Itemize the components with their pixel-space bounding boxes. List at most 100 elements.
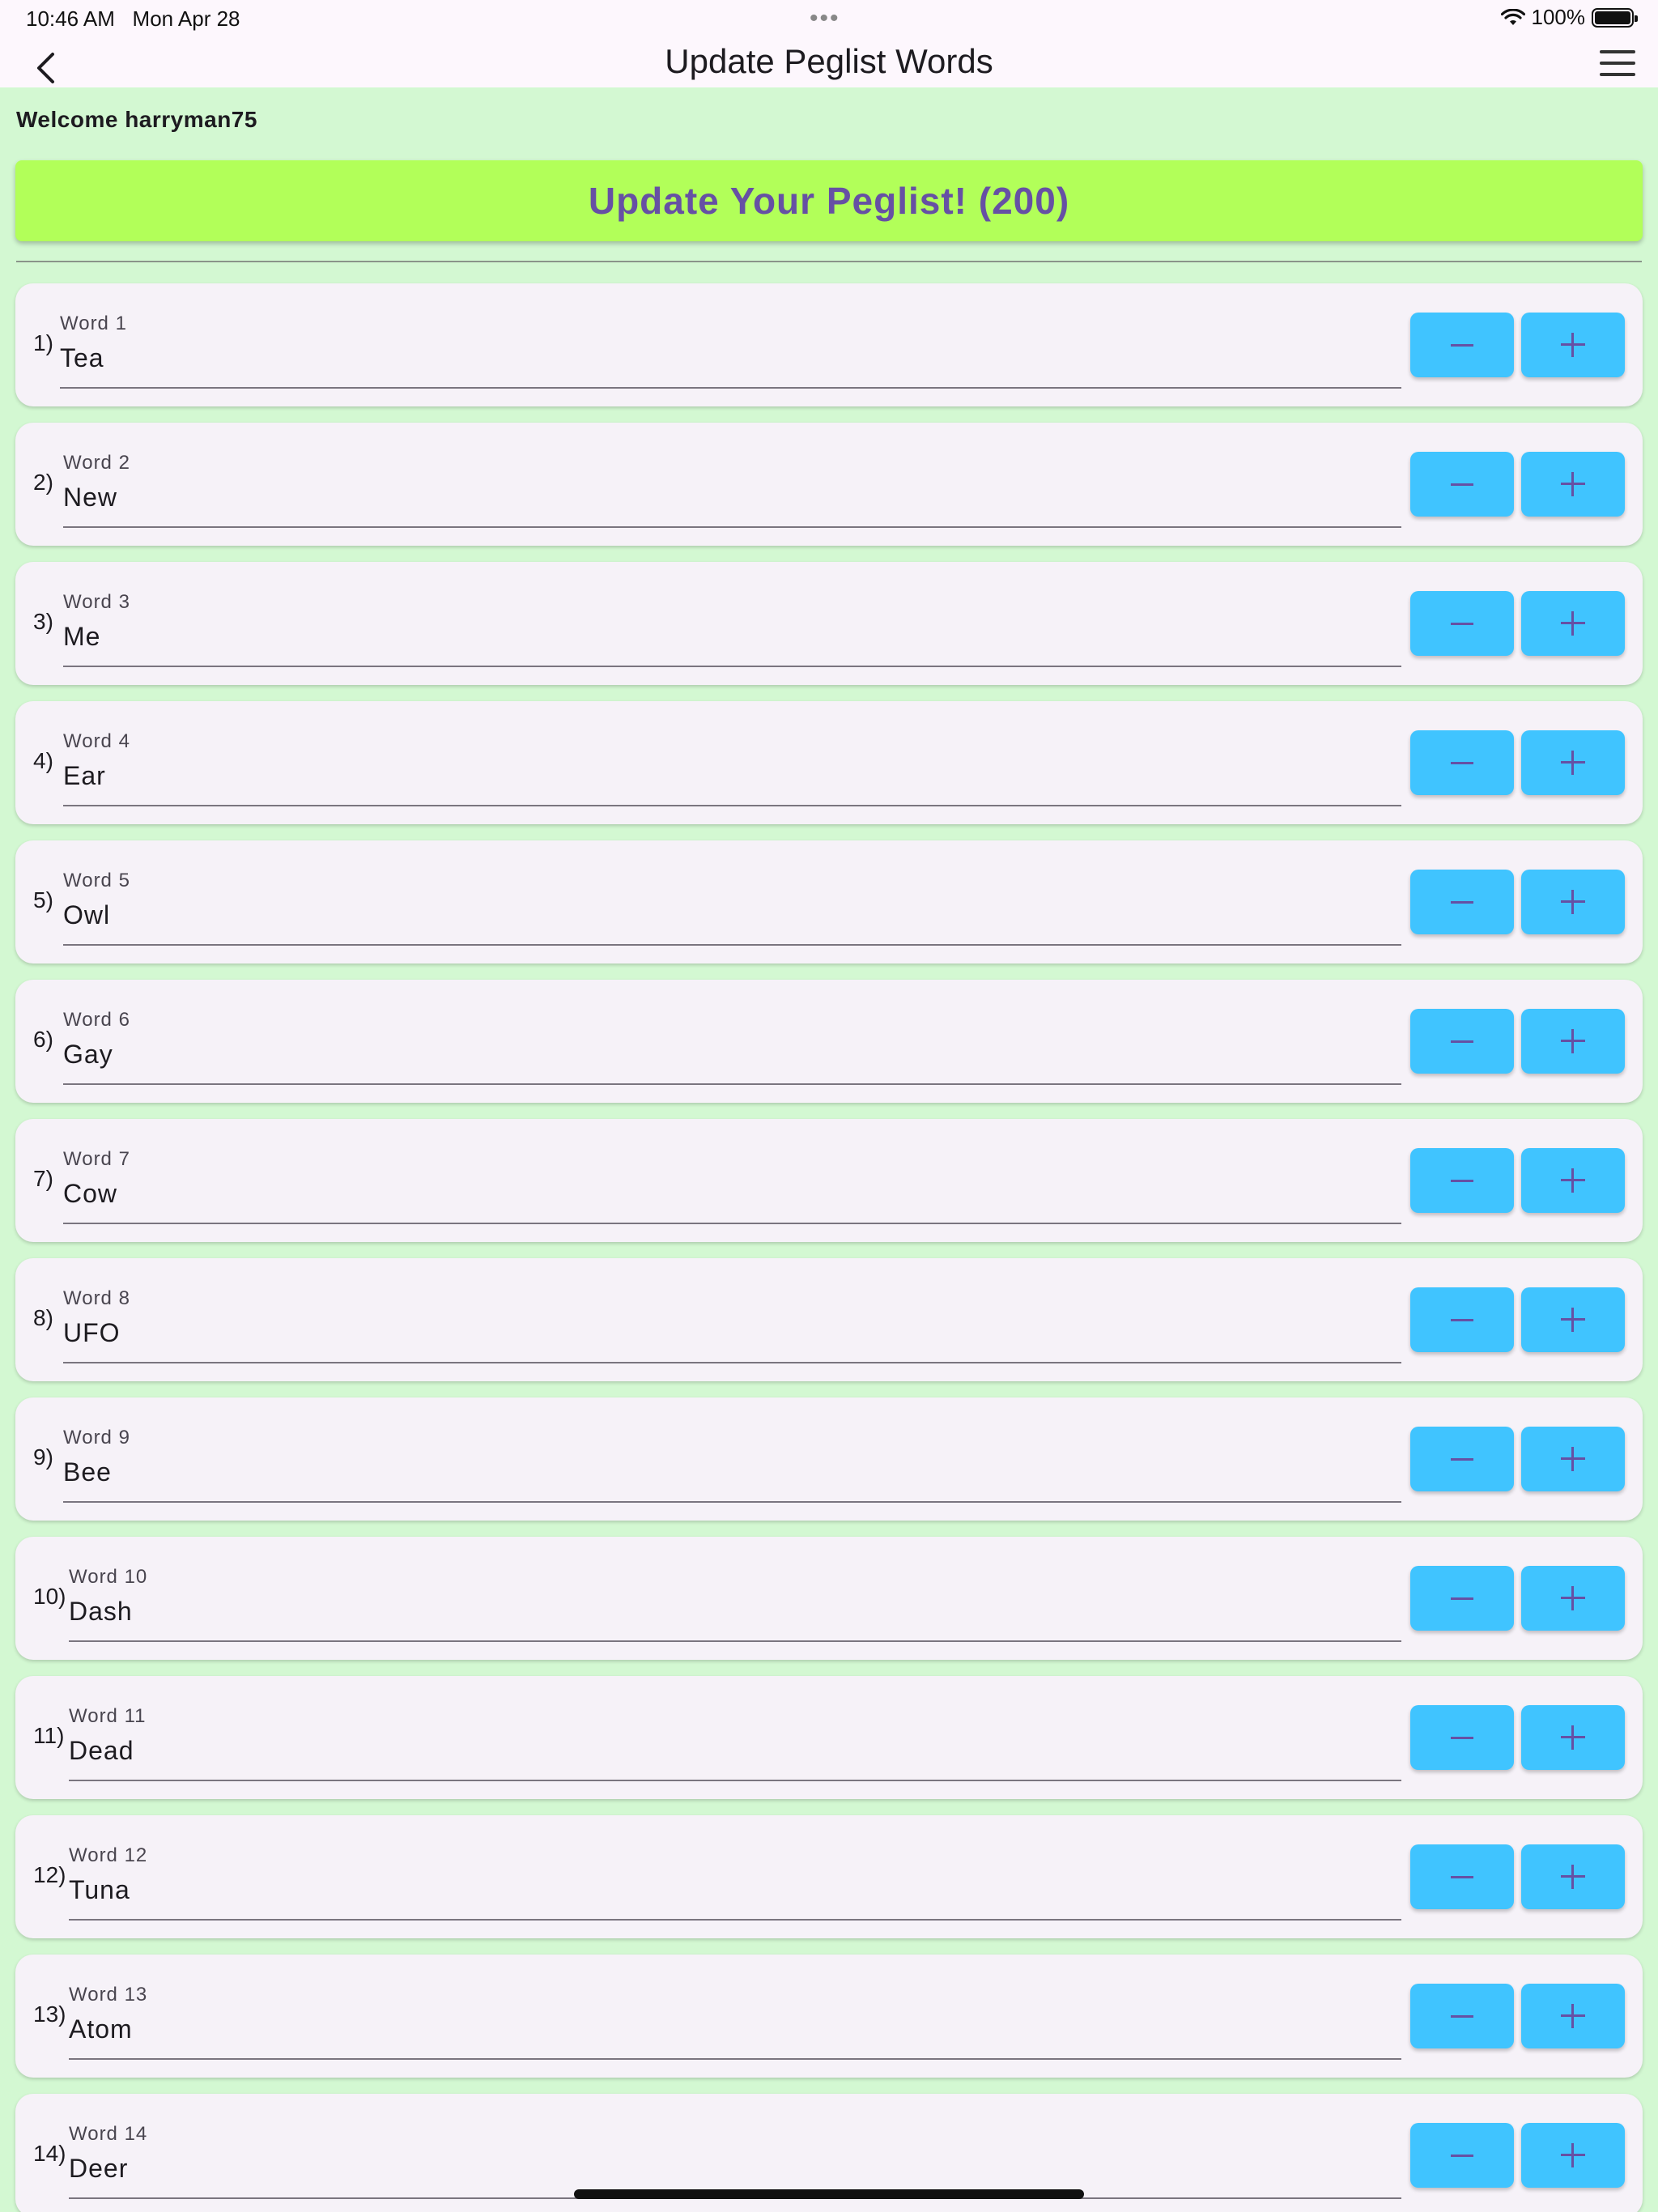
- word-input-value[interactable]: Tuna: [69, 1875, 130, 1905]
- top-bar: 10:46 AM Mon Apr 28 ••• 100% Update Pegl…: [0, 0, 1658, 87]
- update-peglist-button[interactable]: Update Your Peglist! (200): [15, 160, 1643, 241]
- word-input-value[interactable]: Tea: [60, 343, 104, 373]
- word-input-label: Word 7: [63, 1148, 130, 1170]
- word-input[interactable]: Word 11 Dead: [69, 1676, 1401, 1799]
- word-number: 9): [33, 1444, 53, 1470]
- word-input-value[interactable]: Dead: [69, 1736, 134, 1766]
- word-input[interactable]: Word 4 Ear: [63, 701, 1401, 824]
- word-input-label: Word 1: [60, 313, 127, 334]
- word-input-value[interactable]: Ear: [63, 761, 106, 791]
- input-underline: [60, 387, 1401, 389]
- decrement-button[interactable]: [1410, 1287, 1514, 1352]
- word-number: 2): [33, 470, 53, 495]
- plus-icon: [1561, 1308, 1585, 1332]
- welcome-text: Welcome harryman75: [16, 107, 257, 132]
- word-input-label: Word 9: [63, 1427, 130, 1448]
- increment-button[interactable]: [1521, 1705, 1625, 1770]
- decrement-button[interactable]: [1410, 1566, 1514, 1631]
- increment-button[interactable]: [1521, 1009, 1625, 1074]
- increment-button[interactable]: [1521, 1566, 1625, 1631]
- word-number: 3): [33, 609, 53, 634]
- decrement-button[interactable]: [1410, 730, 1514, 795]
- word-input-value[interactable]: Gay: [63, 1040, 113, 1070]
- increment-button[interactable]: [1521, 1984, 1625, 2048]
- word-input[interactable]: Word 7 Cow: [63, 1119, 1401, 1242]
- word-number: 10): [33, 1584, 66, 1609]
- minus-icon: [1451, 1597, 1473, 1600]
- plus-icon: [1561, 1447, 1585, 1471]
- divider: [16, 261, 1642, 262]
- decrement-button[interactable]: [1410, 313, 1514, 377]
- word-input-value[interactable]: Atom: [69, 2014, 133, 2044]
- input-underline: [63, 1362, 1401, 1363]
- decrement-button[interactable]: [1410, 452, 1514, 517]
- word-input[interactable]: Word 3 Me: [63, 562, 1401, 685]
- decrement-button[interactable]: [1410, 1009, 1514, 1074]
- word-input-label: Word 2: [63, 452, 130, 474]
- word-input-value[interactable]: Deer: [69, 2154, 128, 2184]
- word-input-value[interactable]: Bee: [63, 1457, 112, 1487]
- word-input[interactable]: Word 10 Dash: [69, 1537, 1401, 1660]
- word-number: 6): [33, 1027, 53, 1052]
- multitasking-dots-icon[interactable]: •••: [810, 6, 840, 31]
- home-indicator[interactable]: [574, 2189, 1084, 2199]
- word-input[interactable]: Word 2 New: [63, 423, 1401, 546]
- word-number: 4): [33, 748, 53, 773]
- plus-icon: [1561, 890, 1585, 914]
- input-underline: [63, 805, 1401, 806]
- word-input-value[interactable]: UFO: [63, 1318, 121, 1348]
- word-input-value[interactable]: Me: [63, 622, 100, 652]
- word-card: 5) Word 5 Owl: [15, 840, 1643, 963]
- decrement-button[interactable]: [1410, 1844, 1514, 1909]
- word-number: 7): [33, 1166, 53, 1191]
- word-input[interactable]: Word 12 Tuna: [69, 1815, 1401, 1938]
- word-input[interactable]: Word 6 Gay: [63, 980, 1401, 1103]
- minus-icon: [1451, 1457, 1473, 1461]
- word-input-label: Word 11: [69, 1705, 147, 1727]
- increment-button[interactable]: [1521, 870, 1625, 934]
- word-number: 8): [33, 1305, 53, 1330]
- word-card: 3) Word 3 Me: [15, 562, 1643, 685]
- menu-icon[interactable]: [1600, 50, 1635, 76]
- word-input[interactable]: Word 1 Tea: [60, 283, 1401, 406]
- word-card: 6) Word 6 Gay: [15, 980, 1643, 1103]
- decrement-button[interactable]: [1410, 1984, 1514, 2048]
- word-input-value[interactable]: Cow: [63, 1179, 117, 1209]
- word-input[interactable]: Word 13 Atom: [69, 1955, 1401, 2078]
- word-input-value[interactable]: Owl: [63, 900, 110, 930]
- increment-button[interactable]: [1521, 591, 1625, 656]
- decrement-button[interactable]: [1410, 2123, 1514, 2188]
- word-input-label: Word 3: [63, 591, 130, 613]
- plus-icon: [1561, 1029, 1585, 1053]
- increment-button[interactable]: [1521, 1287, 1625, 1352]
- plus-icon: [1561, 1168, 1585, 1193]
- decrement-button[interactable]: [1410, 870, 1514, 934]
- minus-icon: [1451, 761, 1473, 764]
- word-card: 2) Word 2 New: [15, 423, 1643, 546]
- word-input-label: Word 8: [63, 1287, 130, 1309]
- word-number: 12): [33, 1862, 66, 1887]
- minus-icon: [1451, 1736, 1473, 1739]
- increment-button[interactable]: [1521, 2123, 1625, 2188]
- increment-button[interactable]: [1521, 1844, 1625, 1909]
- word-card: 9) Word 9 Bee: [15, 1397, 1643, 1521]
- plus-icon: [1561, 2143, 1585, 2167]
- decrement-button[interactable]: [1410, 591, 1514, 656]
- word-number: 5): [33, 887, 53, 912]
- increment-button[interactable]: [1521, 1427, 1625, 1491]
- word-input-value[interactable]: Dash: [69, 1597, 133, 1627]
- increment-button[interactable]: [1521, 313, 1625, 377]
- increment-button[interactable]: [1521, 730, 1625, 795]
- decrement-button[interactable]: [1410, 1148, 1514, 1213]
- decrement-button[interactable]: [1410, 1705, 1514, 1770]
- input-underline: [63, 1083, 1401, 1085]
- word-input[interactable]: Word 9 Bee: [63, 1397, 1401, 1521]
- minus-icon: [1451, 1875, 1473, 1878]
- word-input[interactable]: Word 8 UFO: [63, 1258, 1401, 1381]
- word-input[interactable]: Word 5 Owl: [63, 840, 1401, 963]
- increment-button[interactable]: [1521, 1148, 1625, 1213]
- decrement-button[interactable]: [1410, 1427, 1514, 1491]
- word-input-value[interactable]: New: [63, 483, 117, 513]
- increment-button[interactable]: [1521, 452, 1625, 517]
- word-card: 8) Word 8 UFO: [15, 1258, 1643, 1381]
